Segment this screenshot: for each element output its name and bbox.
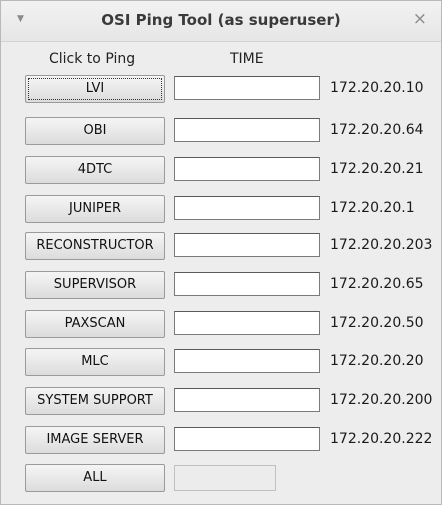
ping-row-supervisor: SUPERVISOR 172.20.20.65 <box>1 271 441 299</box>
time-field-mlc[interactable] <box>174 349 320 373</box>
ip-address-obi: 172.20.20.64 <box>330 122 424 138</box>
ping-row-obi: OBI 172.20.20.64 <box>1 117 441 145</box>
ip-address-reconstructor: 172.20.20.203 <box>330 237 433 253</box>
ip-address-mlc: 172.20.20.20 <box>330 353 424 369</box>
time-field-image-server[interactable] <box>174 427 320 451</box>
ping-row-system-support: SYSTEM SUPPORT 172.20.20.200 <box>1 387 441 415</box>
ping-button-system-support[interactable]: SYSTEM SUPPORT <box>25 387 165 415</box>
click-to-ping-header: Click to Ping <box>49 51 136 67</box>
ip-address-system-support: 172.20.20.200 <box>330 392 433 408</box>
time-field-supervisor[interactable] <box>174 272 320 296</box>
ping-row-image-server: IMAGE SERVER 172.20.20.222 <box>1 426 441 454</box>
ping-row-reconstructor: RECONSTRUCTOR 172.20.20.203 <box>1 232 441 260</box>
ping-tool-window: ▼ OSI Ping Tool (as superuser) × Click t… <box>0 0 442 505</box>
ping-row-juniper: JUNIPER 172.20.20.1 <box>1 195 441 223</box>
ip-address-juniper: 172.20.20.1 <box>330 200 415 216</box>
ping-row-lvi: LVI 172.20.20.10 <box>1 75 441 103</box>
ping-button-reconstructor[interactable]: RECONSTRUCTOR <box>25 232 165 260</box>
time-field-juniper[interactable] <box>174 196 320 220</box>
time-field-reconstructor[interactable] <box>174 233 320 257</box>
ip-address-image-server: 172.20.20.222 <box>330 431 433 447</box>
ping-button-supervisor[interactable]: SUPERVISOR <box>25 271 165 299</box>
title-bar[interactable]: ▼ OSI Ping Tool (as superuser) × <box>1 1 441 42</box>
ping-button-lvi[interactable]: LVI <box>25 75 165 103</box>
time-field-obi[interactable] <box>174 118 320 142</box>
ping-row-paxscan: PAXSCAN 172.20.20.50 <box>1 310 441 338</box>
ip-address-supervisor: 172.20.20.65 <box>330 276 424 292</box>
time-field-system-support[interactable] <box>174 388 320 412</box>
ip-address-paxscan: 172.20.20.50 <box>330 315 424 331</box>
time-header: TIME <box>230 51 264 67</box>
ping-button-obi[interactable]: OBI <box>25 117 165 145</box>
ip-address-4dtc: 172.20.20.21 <box>330 161 424 177</box>
window-title: OSI Ping Tool (as superuser) <box>101 11 341 29</box>
ping-row-all: ALL <box>1 464 441 492</box>
ping-button-4dtc[interactable]: 4DTC <box>25 156 165 184</box>
ping-button-paxscan[interactable]: PAXSCAN <box>25 310 165 338</box>
close-icon[interactable]: × <box>413 11 427 28</box>
ping-row-4dtc: 4DTC 172.20.20.21 <box>1 156 441 184</box>
ping-button-image-server[interactable]: IMAGE SERVER <box>25 426 165 454</box>
ping-row-mlc: MLC 172.20.20.20 <box>1 348 441 376</box>
ping-button-juniper[interactable]: JUNIPER <box>25 195 165 223</box>
ping-all-button[interactable]: ALL <box>25 464 165 492</box>
time-field-4dtc[interactable] <box>174 157 320 181</box>
ping-button-mlc[interactable]: MLC <box>25 348 165 376</box>
time-field-all <box>174 465 276 491</box>
time-field-paxscan[interactable] <box>174 311 320 335</box>
time-field-lvi[interactable] <box>174 76 320 100</box>
ip-address-lvi: 172.20.20.10 <box>330 80 424 96</box>
